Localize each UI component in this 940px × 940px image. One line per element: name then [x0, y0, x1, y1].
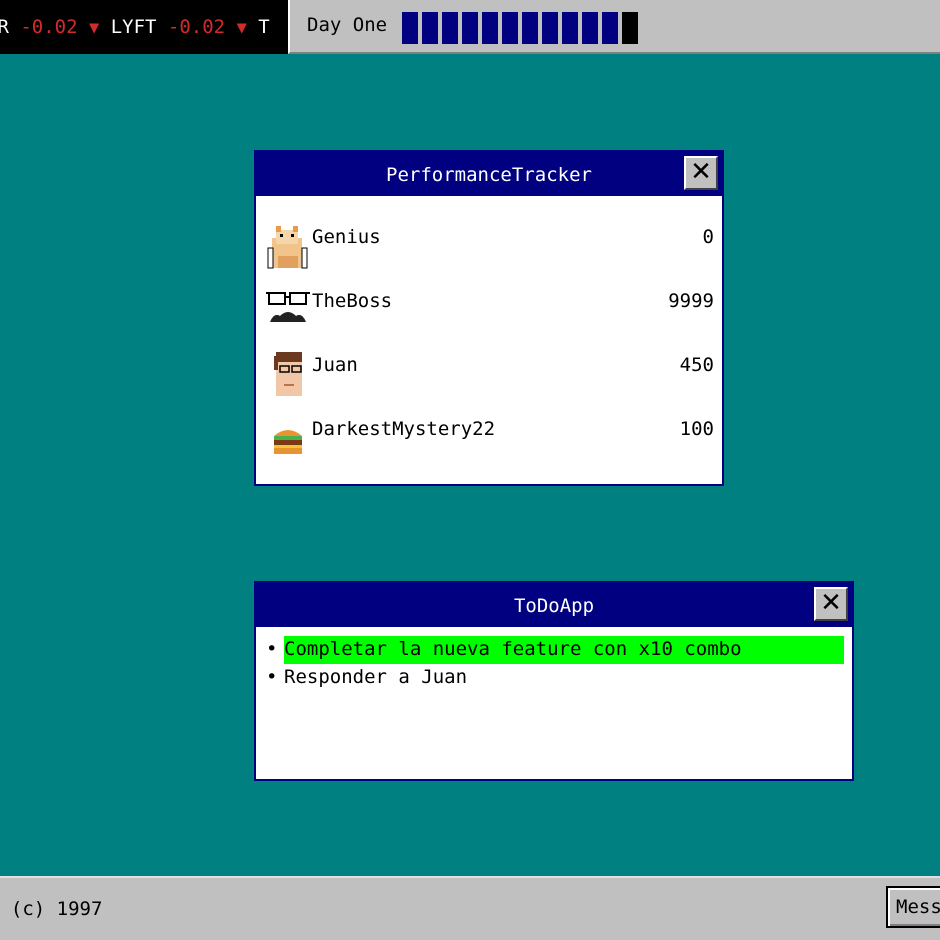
copyright-text: k (c) 1997 [0, 898, 103, 920]
player-score: 9999 [668, 290, 714, 312]
player-name: DarkestMystery22 [312, 418, 496, 440]
player-score: 100 [679, 418, 714, 440]
todo-app-window: ToDoApp ✕ • Completar la nueva feature c… [254, 581, 854, 781]
ticker-symbol: ER [0, 16, 9, 38]
player-row: Juan 450 [266, 348, 716, 398]
ticker-change: -0.02 [167, 16, 226, 38]
glasses-mustache-avatar-icon [266, 292, 310, 322]
ticker-symbol: LYFT [110, 16, 157, 38]
player-row: DarkestMystery22 100 [266, 412, 716, 462]
progress-segment [502, 12, 518, 44]
burger-avatar-icon [274, 430, 302, 454]
juan-face-avatar-icon [274, 352, 302, 396]
player-name: Genius [312, 226, 381, 248]
status-bar: k (c) 1997 Mess [0, 876, 940, 940]
progress-segment [462, 12, 478, 44]
close-button[interactable]: ✕ [684, 156, 718, 190]
day-progress-bar: Day One [288, 0, 940, 54]
todo-text: Completar la nueva feature con x10 combo [284, 638, 742, 660]
down-arrow-icon: ▼ [236, 18, 247, 38]
bullet: • [266, 666, 278, 688]
window-title: ToDoApp [513, 595, 595, 617]
ticker-symbol: T [258, 16, 270, 38]
down-arrow-icon: ▼ [89, 18, 100, 38]
stock-ticker: ER -0.02 ▼ LYFT -0.02 ▼ T [0, 0, 288, 54]
progress-segment [482, 12, 498, 44]
window-titlebar[interactable]: ToDoApp ✕ [256, 583, 852, 627]
window-title: PerformanceTracker [386, 164, 592, 186]
player-score: 0 [702, 226, 714, 248]
player-row: Genius 0 [266, 220, 716, 270]
bullet: • [266, 638, 278, 660]
player-row: TheBoss 9999 [266, 284, 716, 334]
player-score: 450 [679, 354, 714, 376]
progress-segment [542, 12, 558, 44]
cat-avatar-icon [267, 226, 308, 269]
day-label: Day One [307, 14, 388, 36]
ticker-track: ER -0.02 ▼ LYFT -0.02 ▼ T [0, 14, 270, 42]
player-name: TheBoss [312, 290, 393, 312]
progress-segment [522, 12, 538, 44]
todo-text: Responder a Juan [284, 666, 468, 688]
player-name: Juan [312, 354, 358, 376]
ticker-change: -0.02 [20, 16, 78, 38]
progress-segment [402, 12, 418, 44]
window-titlebar[interactable]: PerformanceTracker ✕ [256, 152, 722, 196]
progress-segment [582, 12, 598, 44]
top-bar: ER -0.02 ▼ LYFT -0.02 ▼ T Day One [0, 0, 940, 54]
progress-segment [622, 12, 638, 44]
progress-segment [602, 12, 618, 44]
messages-button[interactable]: Mess [886, 886, 940, 928]
performance-tracker-window: PerformanceTracker ✕ Genius 0 TheBoss 99… [254, 150, 724, 486]
progress-segment [422, 12, 438, 44]
progress-segment [562, 12, 578, 44]
close-button[interactable]: ✕ [814, 587, 848, 621]
progress-segment [442, 12, 458, 44]
day-progress [402, 12, 642, 44]
